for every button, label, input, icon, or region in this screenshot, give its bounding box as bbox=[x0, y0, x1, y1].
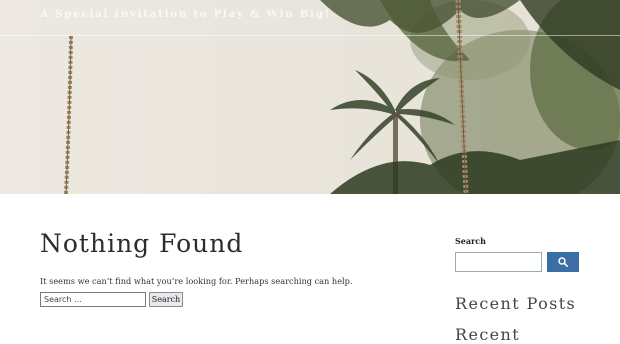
sidebar-search-label: Search bbox=[455, 236, 486, 246]
hero-banner: A Special Invitation to Play & Win Big! bbox=[0, 0, 620, 194]
recent-posts-heading: Recent Posts bbox=[455, 294, 577, 313]
not-found-message: It seems we can’t find what you’re looki… bbox=[40, 276, 353, 286]
header-divider bbox=[0, 35, 620, 36]
search-button[interactable]: Search bbox=[149, 292, 183, 307]
hero-image bbox=[0, 0, 620, 194]
page-title: Nothing Found bbox=[40, 229, 244, 258]
site-title[interactable]: A Special Invitation to Play & Win Big! bbox=[40, 8, 331, 20]
sidebar-search-button[interactable] bbox=[547, 252, 579, 272]
search-input[interactable] bbox=[40, 292, 146, 307]
sidebar-search-input[interactable] bbox=[455, 252, 542, 272]
search-icon bbox=[558, 257, 568, 267]
recent-comments-heading: Recent bbox=[455, 325, 521, 344]
